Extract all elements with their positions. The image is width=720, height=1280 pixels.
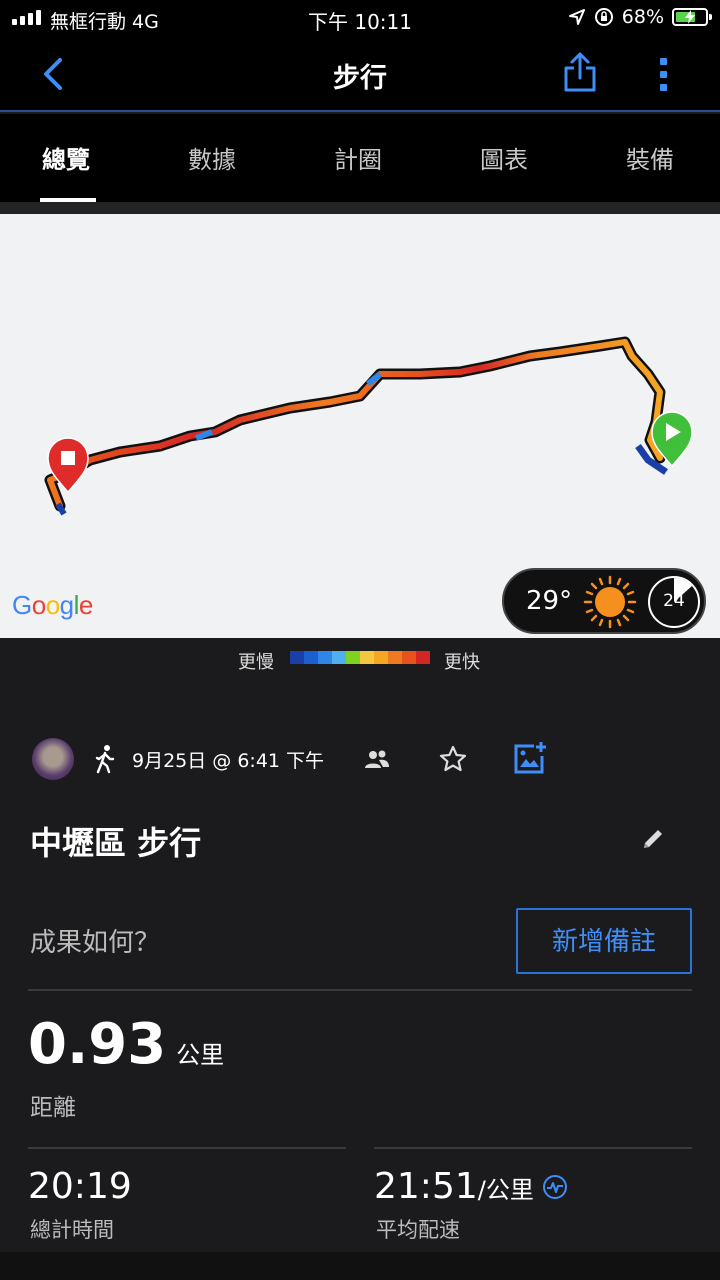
legend-swatch (388, 651, 402, 664)
star-icon[interactable] (438, 744, 468, 774)
avg-pace-label: 平均配速 (376, 1218, 460, 1242)
add-photo-icon[interactable] (512, 740, 548, 776)
distance-value-row: 0.93 公里 (28, 1012, 224, 1077)
stat-divider-right (374, 1147, 692, 1149)
page-title: 步行 (333, 63, 387, 94)
avatar[interactable] (32, 738, 74, 780)
pace-info-icon[interactable] (542, 1174, 568, 1200)
legend-swatch (402, 651, 416, 664)
bottom-strip (0, 1252, 720, 1280)
distance-unit: 公里 (176, 1041, 225, 1069)
share-icon[interactable] (560, 50, 600, 94)
walking-icon (95, 745, 115, 774)
legend-swatch (346, 651, 360, 664)
pace-legend: 更慢 更快 (0, 638, 720, 678)
legend-swatch (374, 651, 388, 664)
tab-overview[interactable]: 總覽 (42, 140, 90, 175)
battery-icon (672, 8, 712, 26)
weather-temp: 29° (526, 586, 573, 616)
hr-zone-gauge: 24 (648, 576, 700, 628)
people-icon[interactable] (364, 748, 390, 770)
avg-pace-value: 21:51 (374, 1166, 478, 1207)
sun-icon (583, 575, 637, 629)
tab-gear[interactable]: 裝備 (626, 140, 674, 175)
total-time-label: 總計時間 (30, 1218, 114, 1242)
avg-pace-row: 21:51/公里 (374, 1166, 534, 1207)
tab-laps[interactable]: 計圈 (334, 140, 382, 175)
legend-swatch (318, 651, 332, 664)
hr-zone-value: 24 (663, 591, 685, 611)
legend-color-bar (290, 651, 430, 664)
edit-pencil-icon[interactable] (640, 826, 666, 852)
rotation-lock-icon (594, 8, 613, 26)
legend-swatch (416, 651, 430, 664)
tab-separator (0, 202, 720, 214)
legend-swatch (304, 651, 318, 664)
legend-swatch (332, 651, 346, 664)
add-note-button[interactable]: 新增備註 (516, 908, 692, 974)
section-divider (28, 989, 692, 991)
status-bar: 無框行動 4G 下午 10:11 68% (0, 0, 720, 36)
avg-pace-unit: /公里 (477, 1176, 534, 1204)
battery-percent: 68% (621, 6, 664, 28)
location-icon (568, 9, 585, 25)
activity-meta-row: 9月25日 @ 6:41 下午 (0, 730, 720, 790)
total-time-value: 20:19 (28, 1166, 132, 1207)
top-navbar: 步行 (0, 36, 720, 112)
google-attribution: Google (12, 590, 93, 620)
legend-swatch (360, 651, 374, 664)
tab-data[interactable]: 數據 (188, 140, 236, 175)
activity-title: 中壢區 步行 (30, 824, 202, 862)
route-map[interactable]: Google 29° 24 (0, 214, 720, 638)
weather-widget[interactable]: 29° 24 (502, 568, 706, 634)
tab-charts[interactable]: 圖表 (480, 140, 528, 175)
distance-label: 距離 (30, 1095, 76, 1121)
how-did-it-go-prompt: 成果如何？ (30, 928, 161, 958)
activity-date: 9月25日 @ 6:41 下午 (132, 750, 325, 772)
legend-swatch (290, 651, 304, 664)
distance-value: 0.93 (28, 1012, 167, 1077)
more-vertical-icon[interactable] (652, 54, 676, 94)
stat-divider-left (28, 1147, 346, 1149)
legend-slow-label: 更慢 (238, 652, 274, 673)
legend-fast-label: 更快 (444, 652, 480, 673)
tab-bar: 總覽 數據 計圈 圖表 裝備 (0, 114, 720, 202)
